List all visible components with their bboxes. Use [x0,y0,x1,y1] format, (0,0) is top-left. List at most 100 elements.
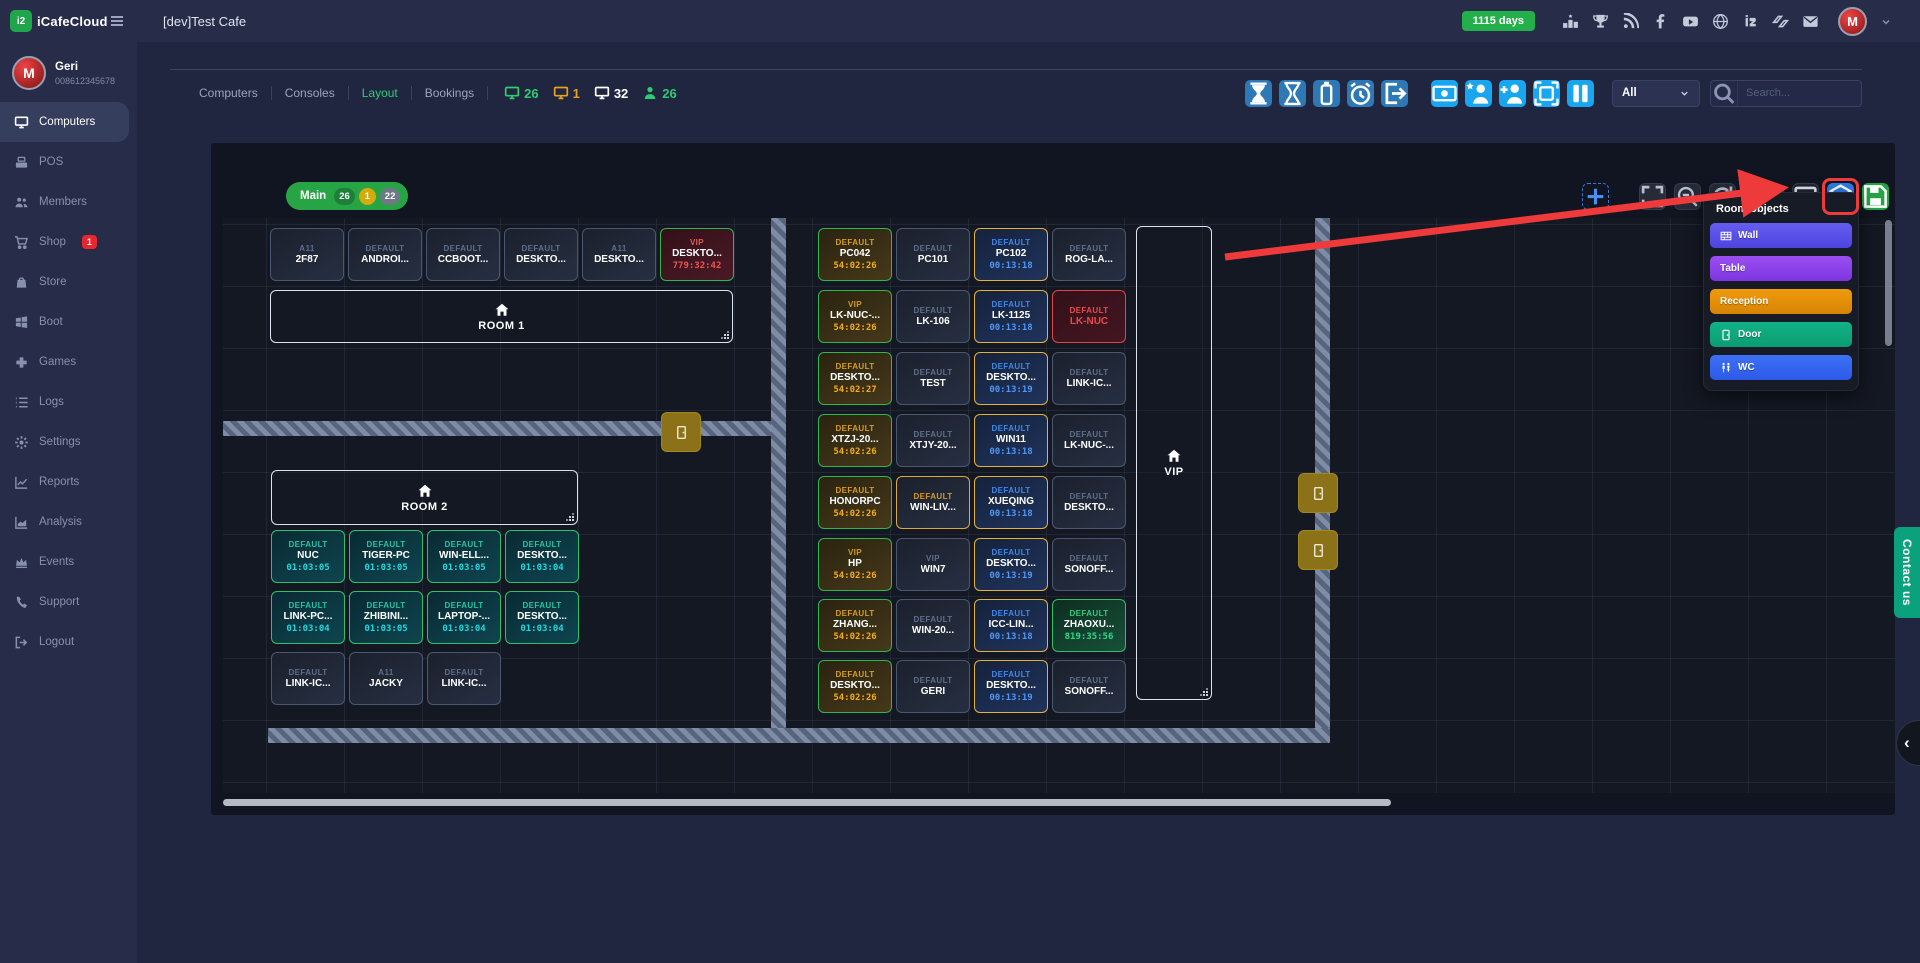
facebook-icon[interactable] [1652,13,1669,30]
horizontal-scrollbar[interactable] [223,799,1391,806]
sidebar-item-support[interactable]: Support [0,582,129,622]
trophy-icon[interactable] [1592,13,1609,30]
sidebar-item-logout[interactable]: Logout [0,622,129,662]
wall-segment[interactable] [771,218,786,728]
computer-tile-lk-106[interactable]: DEFAULTLK-106 [896,290,970,343]
door-object[interactable] [661,412,701,452]
computer-tile-hp[interactable]: VIPHP54:02:26 [818,538,892,591]
computer-tile-win-liv[interactable]: DEFAULTWIN-LIV... [896,476,970,529]
btn-battery[interactable] [1313,80,1340,107]
map-btn-save[interactable] [1862,183,1889,210]
resize-handle[interactable] [720,330,729,339]
sidebar-item-reports[interactable]: Reports [0,462,129,502]
computer-tile-lk-nuc[interactable]: VIPLK-NUC-...54:02:26 [818,290,892,343]
btn-scan[interactable] [1533,80,1560,107]
sidebar-item-logs[interactable]: Logs [0,382,129,422]
computer-tile-lk-1125[interactable]: DEFAULTLK-112500:13:18 [974,290,1048,343]
room-object-wc[interactable]: WC [1710,355,1852,380]
computer-tile-win11[interactable]: DEFAULTWIN1100:13:18 [974,414,1048,467]
computer-tile-pc042[interactable]: DEFAULTPC04254:02:26 [818,228,892,281]
btn-hourglass-start[interactable] [1245,80,1272,107]
computer-tile-lk-nuc[interactable]: DEFAULTLK-NUC-... [1052,414,1126,467]
computer-tile-sonoff[interactable]: DEFAULTSONOFF... [1052,660,1126,713]
door-object[interactable] [1298,530,1338,570]
computer-tile-pc102[interactable]: DEFAULTPC10200:13:18 [974,228,1048,281]
computer-tile-2f87[interactable]: A112F87 [270,228,344,281]
map-btn-fullscreen[interactable] [1639,183,1666,210]
tab-computers[interactable]: Computers [186,86,272,100]
map-btn-zoom-out[interactable] [1674,183,1701,210]
computer-tile-rog-la[interactable]: DEFAULTROG-LA... [1052,228,1126,281]
computer-tile-laptop[interactable]: DEFAULTLAPTOP-...01:03:04 [427,591,501,644]
wall-segment[interactable] [268,728,1330,743]
ranking-icon[interactable] [1562,13,1579,30]
computer-tile-honorpc[interactable]: DEFAULTHONORPC54:02:26 [818,476,892,529]
room-object-wall[interactable]: Wall [1710,223,1852,248]
globe-icon[interactable] [1712,13,1729,30]
vertical-scrollbar[interactable] [1885,220,1892,346]
sidebar-item-pos[interactable]: POS [0,142,129,182]
room-area-room-1[interactable]: ROOM 1 [270,290,733,343]
computer-tile-geri[interactable]: DEFAULTGERI [896,660,970,713]
hamburger-menu-icon[interactable] [109,13,125,29]
sidebar-item-games[interactable]: Games [0,342,129,382]
sidebar-item-computers[interactable]: Computers [0,102,129,142]
computer-tile-deskto[interactable]: DEFAULTDESKTO...54:02:26 [818,660,892,713]
computer-tile-zhibini[interactable]: DEFAULTZHIBINI...01:03:05 [349,591,423,644]
btn-pause[interactable] [1567,80,1594,107]
user-avatar[interactable]: M [1838,7,1867,36]
computer-tile-deskto[interactable]: DEFAULTDESKTO... [1052,476,1126,529]
room-area-room-2[interactable]: ROOM 2 [271,470,578,525]
computer-tile-deskto[interactable]: DEFAULTDESKTO...01:03:04 [505,530,579,583]
computer-tile-deskto[interactable]: DEFAULTDESKTO...01:03:04 [505,591,579,644]
chevron-down-icon[interactable] [1880,15,1892,27]
computer-tile-icc-lin[interactable]: DEFAULTICC-LIN...00:13:18 [974,599,1048,652]
computer-tile-link-ic[interactable]: DEFAULTLINK-IC... [1052,352,1126,405]
map-btn-plus[interactable] [1582,183,1609,210]
tab-bookings[interactable]: Bookings [412,86,488,100]
computer-tile-test[interactable]: DEFAULTTEST [896,352,970,405]
computer-tile-nuc[interactable]: DEFAULTNUC01:03:05 [271,530,345,583]
btn-alarm[interactable] [1347,80,1374,107]
computer-tile-deskto[interactable]: DEFAULTDESKTO...54:02:27 [818,352,892,405]
rss-icon[interactable] [1622,13,1639,30]
computer-tile-win-ell[interactable]: DEFAULTWIN-ELL...01:03:05 [427,530,501,583]
resize-handle[interactable] [565,512,574,521]
search-input[interactable] [1738,87,1861,99]
btn-user-star[interactable] [1465,80,1492,107]
icafecloud-logo[interactable]: i2 iCafeCloud [10,10,108,32]
room-object-door[interactable]: Door [1710,322,1852,347]
room-object-table[interactable]: Table [1710,256,1852,281]
computer-tile-tiger-pc[interactable]: DEFAULTTIGER-PC01:03:05 [349,530,423,583]
computer-tile-xtjy-20[interactable]: DEFAULTXTJY-20... [896,414,970,467]
door-object[interactable] [1298,473,1338,513]
sidebar-item-shop[interactable]: Shop1 [0,222,129,262]
computer-tile-lk-nuc[interactable]: DEFAULTLK-NUC [1052,290,1126,343]
resize-handle[interactable] [1199,687,1208,696]
computer-tile-deskto[interactable]: DEFAULTDESKTO...00:13:19 [974,352,1048,405]
sidebar-item-store[interactable]: Store [0,262,129,302]
map-tab-main[interactable]: Main 26122 [286,182,408,210]
group-filter-select[interactable]: All [1612,80,1700,107]
computer-tile-deskto[interactable]: DEFAULTDESKTO... [504,228,578,281]
sidebar-user[interactable]: M Geri 008612345678 [0,42,137,102]
computer-tile-link-ic[interactable]: DEFAULTLINK-IC... [271,652,345,705]
computer-tile-win-20[interactable]: DEFAULTWIN-20... [896,599,970,652]
sidebar-item-boot[interactable]: Boot [0,302,129,342]
btn-user-plus[interactable] [1499,80,1526,107]
computer-tile-sonoff[interactable]: DEFAULTSONOFF... [1052,538,1126,591]
computer-tile-xueqing[interactable]: DEFAULTXUEQING00:13:18 [974,476,1048,529]
computer-tile-win7[interactable]: VIPWIN7 [896,538,970,591]
computer-tile-deskto[interactable]: DEFAULTDESKTO...00:13:19 [974,538,1048,591]
computer-tile-link-ic[interactable]: DEFAULTLINK-IC... [427,652,501,705]
mail-icon[interactable] [1802,13,1819,30]
computer-tile-deskto[interactable]: DEFAULTDESKTO...00:13:19 [974,660,1048,713]
computer-tile-deskto[interactable]: A11DESKTO... [582,228,656,281]
layers-icon[interactable] [1772,13,1789,30]
computer-tile-deskto[interactable]: VIPDESKTO...779:32:42 [660,228,734,281]
sidebar-item-analysis[interactable]: Analysis [0,502,129,542]
tab-consoles[interactable]: Consoles [272,86,349,100]
computer-tile-ccboot[interactable]: DEFAULTCCBOOT... [426,228,500,281]
btn-money[interactable] [1431,80,1458,107]
icafe-icon[interactable] [1742,13,1759,30]
